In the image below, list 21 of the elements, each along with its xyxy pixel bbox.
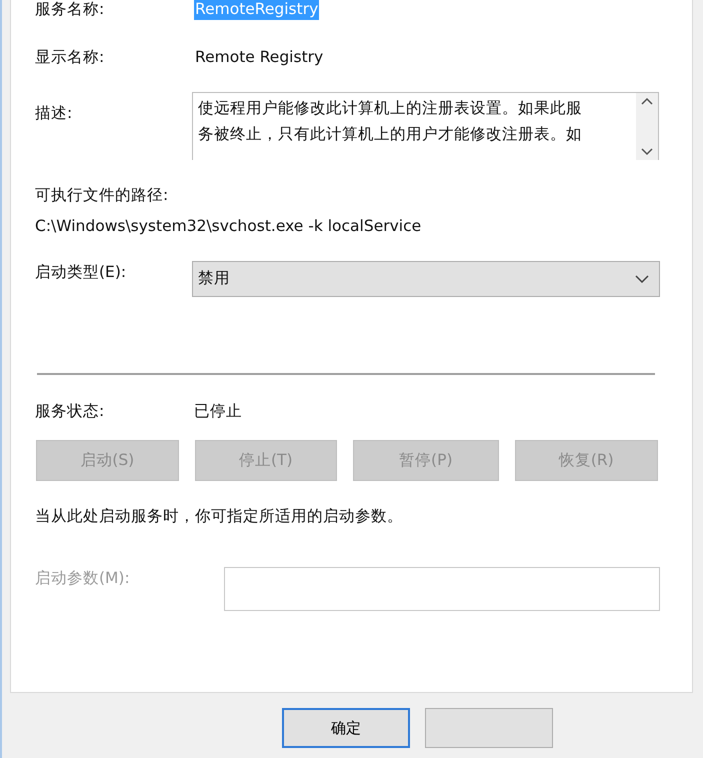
parameters-label: 启动参数(M): [35,568,131,590]
chevron-down-icon [635,275,649,283]
status-value: 已停止 [194,401,242,422]
field-value: Remote Registry [194,47,324,68]
field-label: 描述: [35,103,74,124]
path-value: C:\Windows\system32\svchost.exe -k localService [35,216,422,237]
status-label: 服务状态: [35,401,106,422]
field-label: 显示名称: [35,47,106,68]
description-box[interactable]: 使远程用户能修改此计算机上的注册表设置。如果此服 务被终止，只有此计算机上的用户才能修改注册表。如 [192,92,659,160]
description-line: 务被终止，只有此计算机上的用户才能修改注册表。如 [198,124,583,145]
startup-type-dropdown[interactable]: 禁用 [192,261,660,297]
scroll-down-icon[interactable] [641,148,653,156]
field-label: 服务名称: [35,0,106,20]
dialog-button[interactable]: 确定 [282,708,410,748]
description-line: 使远程用户能修改此计算机上的注册表设置。如果此服 [198,98,583,119]
dropdown-value: 禁用 [198,268,230,290]
field-label: 启动类型(E): [35,262,128,283]
field-label: 可执行文件的路径: [35,185,168,206]
hint-text: 当从此处启动服务时，你可指定所适用的启动参数。 [35,506,404,528]
scroll-up-icon[interactable] [641,97,653,105]
field-value: RemoteRegistry [194,0,320,20]
